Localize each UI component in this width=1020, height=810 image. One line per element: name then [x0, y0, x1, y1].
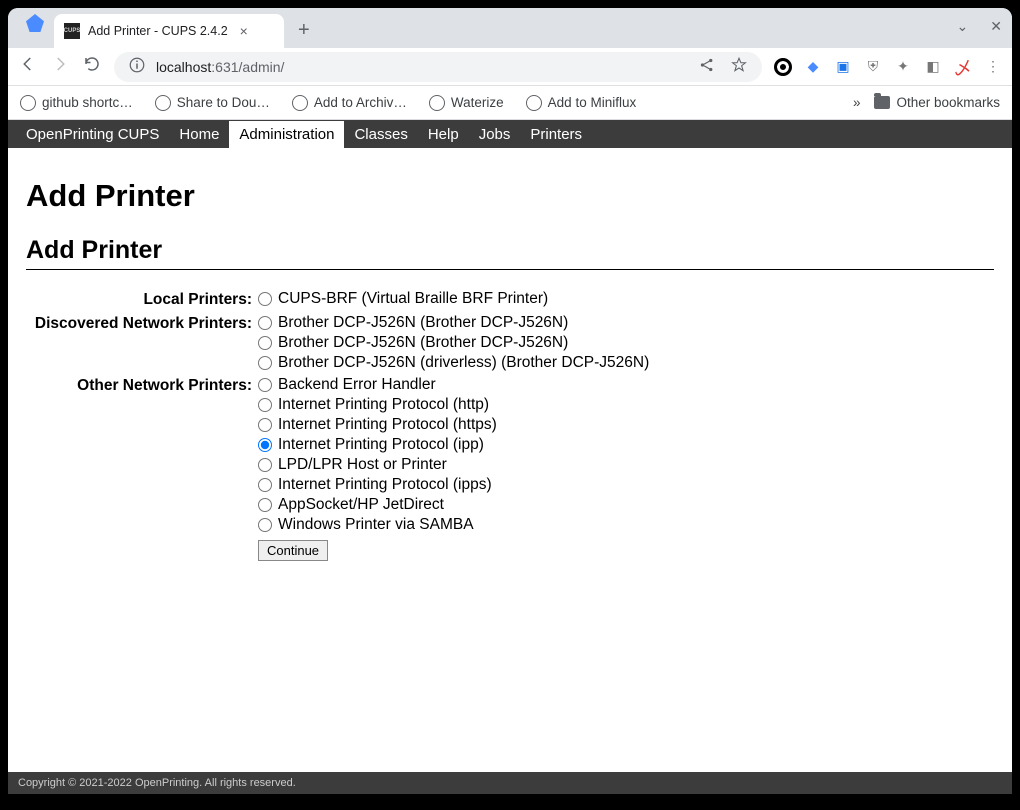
browser-tabstrip: CUPS Add Printer - CUPS 2.4.2 × + ⌄ ✕ [8, 8, 1012, 48]
extensions-menu-icon[interactable]: ✦ [894, 58, 912, 76]
local-printers-label: Local Printers: [26, 288, 258, 312]
printer-option[interactable]: Internet Printing Protocol (ipp) [258, 435, 649, 455]
printer-radio[interactable] [258, 478, 272, 492]
printer-radio[interactable] [258, 498, 272, 512]
window-minimize-chevron-icon[interactable]: ⌄ [957, 18, 969, 35]
extension-circle-icon[interactable] [774, 58, 792, 76]
printer-option[interactable]: Brother DCP-J526N (Brother DCP-J526N) [258, 313, 649, 333]
bookmark-item[interactable]: Waterize [429, 95, 504, 111]
printer-option[interactable]: AppSocket/HP JetDirect [258, 495, 649, 515]
folder-icon [874, 96, 890, 109]
nav-administration[interactable]: Administration [229, 121, 344, 148]
printer-option[interactable]: Internet Printing Protocol (http) [258, 395, 649, 415]
extension-brush-icon[interactable]: 乄 [954, 58, 972, 76]
bookmarks-bar: github shortc… Share to Dou… Add to Arch… [8, 86, 1012, 120]
extension-vivaldi-icon[interactable]: ◆ [804, 58, 822, 76]
cups-brand[interactable]: OpenPrinting CUPS [16, 121, 169, 148]
other-bookmarks-button[interactable]: Other bookmarks [874, 95, 1000, 110]
bookmark-item[interactable]: Add to Archiv… [292, 95, 407, 111]
printer-option[interactable]: Backend Error Handler [258, 375, 649, 395]
printer-option[interactable]: Windows Printer via SAMBA [258, 515, 649, 535]
tab-close-button[interactable]: × [236, 23, 252, 39]
page-title: Add Printer [26, 178, 994, 214]
nav-jobs[interactable]: Jobs [469, 121, 521, 148]
share-icon[interactable] [698, 56, 716, 77]
favicon-icon: CUPS [64, 23, 80, 39]
add-printer-form: Local Printers: CUPS-BRF (Virtual Braill… [26, 288, 649, 561]
printer-option[interactable]: Brother DCP-J526N (driverless) (Brother … [258, 353, 649, 373]
section-heading: Add Printer [26, 236, 994, 270]
discovered-printers-label: Discovered Network Printers: [26, 312, 258, 374]
browser-toolbar: localhost:631/admin/ ◆ ▣ ⛨ ✦ ◧ 乄 ⋮ [8, 48, 1012, 86]
address-bar[interactable]: localhost:631/admin/ [114, 52, 762, 82]
printer-radio[interactable] [258, 398, 272, 412]
extension-shield-icon[interactable]: ▣ [834, 58, 852, 76]
app-icon [26, 14, 44, 32]
globe-icon [20, 95, 36, 111]
printer-radio[interactable] [258, 438, 272, 452]
new-tab-button[interactable]: + [284, 19, 322, 48]
page-footer: Copyright © 2021-2022 OpenPrinting. All … [8, 772, 1012, 794]
url-display: localhost:631/admin/ [156, 59, 284, 75]
cups-navbar: OpenPrinting CUPS Home Administration Cl… [8, 120, 1012, 148]
printer-radio[interactable] [258, 292, 272, 306]
tab-title: Add Printer - CUPS 2.4.2 [88, 24, 228, 38]
bookmark-item[interactable]: Add to Miniflux [526, 95, 637, 111]
printer-radio[interactable] [258, 378, 272, 392]
globe-icon [526, 95, 542, 111]
printer-radio[interactable] [258, 518, 272, 532]
globe-icon [292, 95, 308, 111]
extension-icons: ◆ ▣ ⛨ ✦ ◧ 乄 ⋮ [774, 58, 1002, 76]
printer-option[interactable]: Internet Printing Protocol (https) [258, 415, 649, 435]
bookmark-star-icon[interactable] [730, 56, 748, 77]
printer-radio[interactable] [258, 418, 272, 432]
printer-option[interactable]: Brother DCP-J526N (Brother DCP-J526N) [258, 333, 649, 353]
nav-reload-button[interactable] [82, 55, 102, 78]
printer-option[interactable]: LPD/LPR Host or Printer [258, 455, 649, 475]
nav-help[interactable]: Help [418, 121, 469, 148]
continue-button[interactable]: Continue [258, 540, 328, 561]
bookmark-item[interactable]: Share to Dou… [155, 95, 270, 111]
printer-radio[interactable] [258, 458, 272, 472]
nav-classes[interactable]: Classes [344, 121, 417, 148]
page-body: Add Printer Add Printer Local Printers: … [8, 148, 1012, 772]
site-info-icon[interactable] [128, 56, 146, 77]
nav-forward-button[interactable] [50, 55, 70, 78]
globe-icon [429, 95, 445, 111]
nav-printers[interactable]: Printers [520, 121, 592, 148]
printer-radio[interactable] [258, 356, 272, 370]
side-panel-icon[interactable]: ◧ [924, 58, 942, 76]
printer-radio[interactable] [258, 316, 272, 330]
nav-home[interactable]: Home [169, 121, 229, 148]
bookmark-item[interactable]: github shortc… [20, 95, 133, 111]
browser-menu-button[interactable]: ⋮ [984, 58, 1002, 76]
window-close-button[interactable]: ✕ [990, 18, 1002, 35]
printer-radio[interactable] [258, 336, 272, 350]
printer-option[interactable]: CUPS-BRF (Virtual Braille BRF Printer) [258, 289, 649, 309]
extension-ublock-icon[interactable]: ⛨ [864, 58, 882, 76]
other-printers-label: Other Network Printers: [26, 374, 258, 536]
printer-option[interactable]: Internet Printing Protocol (ipps) [258, 475, 649, 495]
globe-icon [155, 95, 171, 111]
browser-tab[interactable]: CUPS Add Printer - CUPS 2.4.2 × [54, 14, 284, 48]
bookmarks-overflow-button[interactable]: » [853, 95, 861, 110]
nav-back-button[interactable] [18, 55, 38, 78]
